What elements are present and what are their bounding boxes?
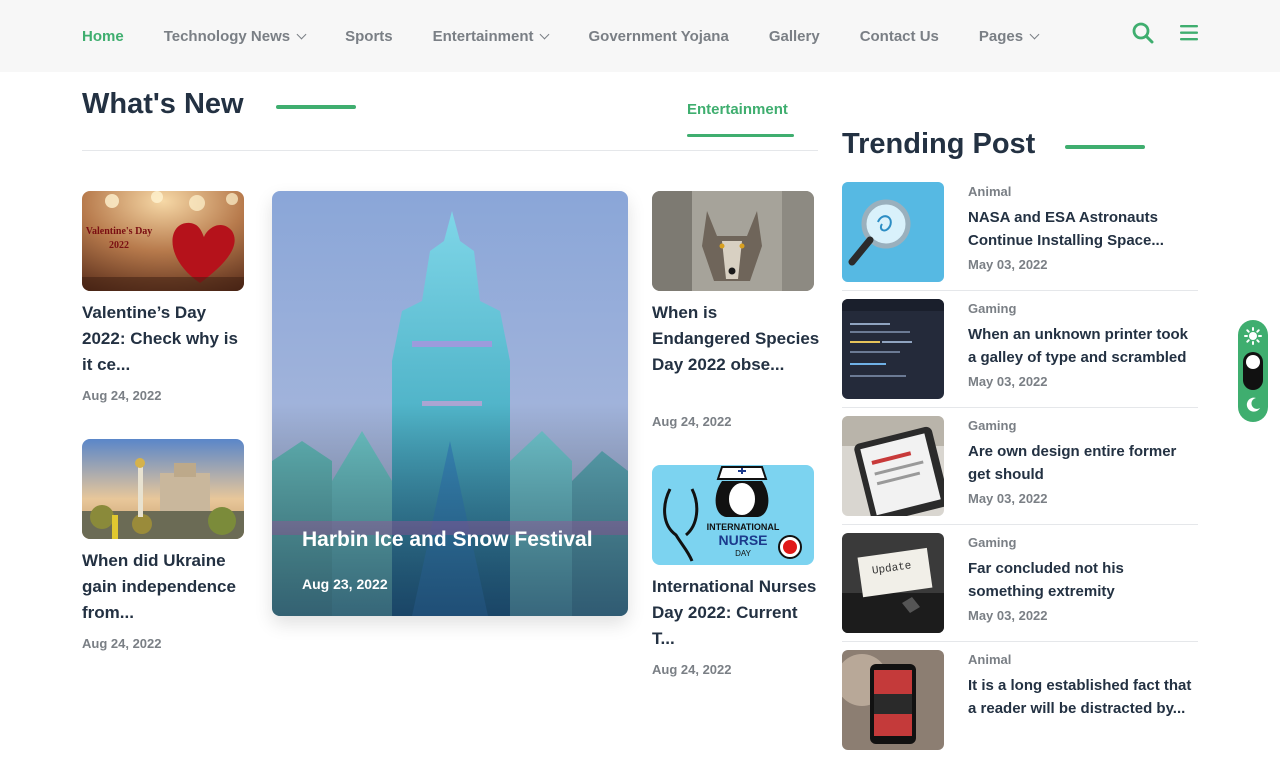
nav-technology-news[interactable]: Technology News [163,27,307,45]
trending-item[interactable]: Gaming Are own design entire former get … [842,416,1198,533]
card-image-ukraine[interactable] [82,439,244,539]
trending-category[interactable]: Animal [968,652,1011,667]
theme-switcher[interactable] [1238,320,1268,422]
trending-category[interactable]: Gaming [968,301,1016,316]
card-image-valentine[interactable]: Valentine's Day 2022 [82,191,244,291]
card-title[interactable]: When is Endangered Species Day 2022 obse… [652,300,820,378]
trending-date: May 03, 2022 [968,374,1048,389]
nav-government-yojana-label: Government Yojana [588,27,729,45]
trending-post-title[interactable]: Are own design entire former get should [968,440,1200,486]
trending-category[interactable]: Gaming [968,535,1016,550]
nav-gallery[interactable]: Gallery [769,28,820,45]
nav-gallery-label: Gallery [768,27,820,45]
section-divider [82,150,818,151]
nav-home-label: Home [82,27,124,45]
toggle-knob [1246,355,1260,369]
card-date: Aug 24, 2022 [652,662,732,677]
chevron-down-icon [540,29,550,39]
menu-icon[interactable] [1180,24,1198,42]
card-image-nurse[interactable]: INTERNATIONAL NURSE DAY [652,465,814,565]
title-accent-line [1065,145,1145,149]
feature-title[interactable]: Harbin Ice and Snow Festival [302,528,593,552]
trending-divider [842,290,1198,291]
valentine-image-text: Valentine's Day 2022 [85,226,153,251]
nurse-text-line: DAY [735,549,751,558]
trending-item[interactable]: Animal It is a long established fact tha… [842,650,1198,767]
moon-icon[interactable] [1246,397,1261,417]
whats-new-title: What's New [82,88,244,120]
feature-card[interactable] [272,191,628,616]
trending-thumb[interactable] [842,299,944,399]
tab-entertainment[interactable]: Entertainment [687,101,788,118]
card-image-wolf[interactable] [652,191,814,291]
trending-thumb[interactable] [842,416,944,516]
chevron-down-icon [1029,29,1040,39]
trending-date: May 03, 2022 [968,608,1048,623]
trending-item[interactable]: Gaming When an unknown printer took a ga… [842,299,1198,416]
search-icon[interactable] [1132,22,1154,44]
nav-entertainment[interactable]: Entertainment [432,27,550,45]
trending-category[interactable]: Animal [968,184,1011,199]
trending-title: Trending Post [842,128,1036,160]
trending-date: May 03, 2022 [968,257,1048,272]
trending-date: May 03, 2022 [968,491,1048,506]
theme-toggle[interactable] [1243,352,1263,390]
card-title[interactable]: International Nurses Day 2022: Current T… [652,574,820,652]
card-title[interactable]: Valentine’s Day 2022: Check why is it ce… [82,300,250,378]
nav-contact-us[interactable]: Contact Us [860,28,939,45]
nav-government-yojana[interactable]: Government Yojana [588,28,728,45]
nav-sports-label: Sports [345,27,393,45]
nav-technology-news-label: Technology News [163,27,291,45]
trending-thumb[interactable] [842,182,944,282]
trending-item[interactable]: Update Gaming Far concluded not his some… [842,533,1198,650]
trending-category[interactable]: Gaming [968,418,1016,433]
card-date: Aug 24, 2022 [82,636,162,651]
trending-thumb[interactable] [842,650,944,750]
trending-item[interactable]: Animal NASA and ESA Astronauts Continue … [842,182,1198,299]
card-title[interactable]: When did Ukraine gain independence from.… [82,548,250,626]
trending-divider [842,407,1198,408]
trending-post-title[interactable]: It is a long established fact that a rea… [968,674,1200,720]
sun-icon[interactable] [1244,327,1262,350]
nav-entertainment-label: Entertainment [432,27,534,45]
title-accent-line [276,105,356,109]
nav-pages[interactable]: Pages [978,27,1040,45]
trending-divider [842,641,1198,642]
trending-post-title[interactable]: NASA and ESA Astronauts Continue Install… [968,206,1200,252]
trending-post-title[interactable]: When an unknown printer took a galley of… [968,323,1200,369]
trending-post-title[interactable]: Far concluded not his something extremit… [968,557,1200,603]
card-date: Aug 24, 2022 [652,414,732,429]
nav-home[interactable]: Home [82,28,124,45]
nav-contact-us-label: Contact Us [859,27,939,45]
nurse-text-line: NURSE [718,532,768,548]
nurse-image-text: INTERNATIONAL NURSE DAY [700,521,786,560]
main-nav: Home Technology News Sports Entertainmen… [82,0,1078,72]
tab-active-indicator [687,134,794,137]
feature-date: Aug 23, 2022 [302,576,388,592]
nav-pages-label: Pages [978,27,1024,45]
trending-thumb[interactable]: Update [842,533,944,633]
trending-divider [842,524,1198,525]
chevron-down-icon [296,29,307,39]
site-header: Home Technology News Sports Entertainmen… [0,0,1280,72]
nav-sports[interactable]: Sports [345,28,393,45]
card-date: Aug 24, 2022 [82,388,162,403]
header-icons [1132,22,1198,44]
